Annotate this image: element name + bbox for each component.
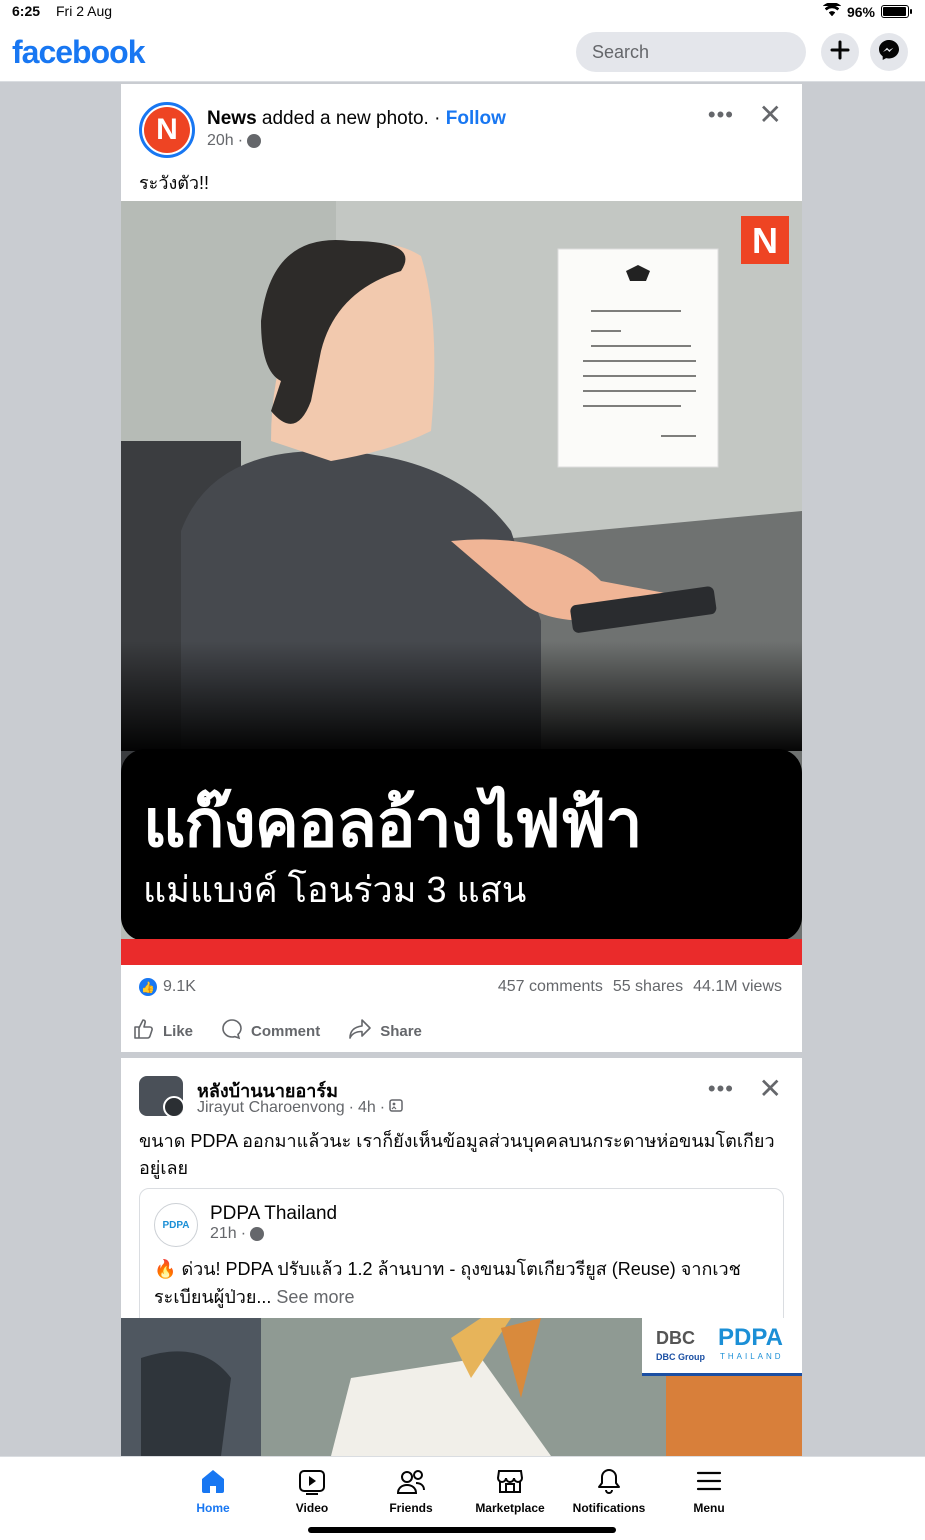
post-action: added a new photo. (261, 108, 429, 129)
pdpa-logo-text: PDPA (718, 1324, 783, 1351)
tab-menu[interactable]: Menu (659, 1465, 759, 1515)
shared-photo[interactable]: DBC DBC Group PDPA THAILAND (121, 1318, 802, 1456)
shared-text: 🔥 ด่วน! PDPA ปรับแล้ว 1.2 ล้านบาท - ถุงข… (154, 1255, 774, 1311)
messenger-button[interactable] (870, 33, 908, 71)
tab-video-label: Video (295, 1501, 329, 1515)
wifi-icon (822, 2, 842, 20)
status-bar: 6:25 Fri 2 Aug 96% (0, 0, 925, 26)
feed-post: หลังบ้านนายอาร์ม Jirayut Charoenvong · 4h… (121, 1058, 802, 1456)
post-actions: Like Comment Share (133, 1018, 422, 1044)
page-name[interactable]: News (207, 108, 257, 129)
shares-count[interactable]: 55 shares (613, 978, 683, 996)
post-caption: ระวังตัว!! (139, 173, 210, 193)
pdpa-thailand-logo: DBC DBC Group PDPA THAILAND (642, 1318, 802, 1376)
status-date: Fri 2 Aug (56, 3, 113, 19)
home-icon (163, 1465, 263, 1497)
app-header: facebook Search (0, 26, 925, 82)
shared-time[interactable]: 21h (210, 1225, 237, 1243)
fire-icon: 🔥 (154, 1259, 177, 1279)
svg-text:N: N (752, 220, 778, 261)
tab-home-label: Home (196, 1501, 230, 1515)
photo-subline: แม่แบงค์ โอนร่วม 3 แสน (143, 869, 527, 910)
close-icon[interactable]: ✕ (759, 1072, 782, 1105)
close-icon[interactable]: ✕ (759, 98, 782, 131)
tab-friends-label: Friends (389, 1501, 433, 1515)
comment-button[interactable]: Comment (221, 1018, 320, 1044)
thumbs-up-icon (133, 1018, 155, 1044)
messenger-icon (877, 38, 901, 67)
share-button[interactable]: Share (348, 1018, 422, 1044)
tab-notifications-label: Notifications (572, 1501, 646, 1515)
views-count: 44.1M views (693, 978, 782, 995)
tab-notifications[interactable]: Notifications (559, 1465, 659, 1515)
video-icon (262, 1465, 362, 1497)
author-avatar[interactable] (163, 1096, 183, 1116)
tab-marketplace[interactable]: Marketplace (460, 1465, 560, 1515)
author-name[interactable]: Jirayut Charoenvong (197, 1099, 345, 1117)
search-input[interactable]: Search (576, 32, 806, 72)
page-avatar[interactable]: N (139, 102, 195, 158)
globe-icon (247, 134, 262, 148)
home-indicator (308, 1527, 616, 1533)
news-logo-icon: N (144, 107, 190, 153)
post-time[interactable]: 20h (207, 132, 234, 150)
more-options-button[interactable]: ••• (708, 102, 734, 128)
post-photo[interactable]: N แก๊งคอลอ้างไฟฟ้า แม่แบงค์ โอนร่วม 3 แส… (121, 201, 802, 965)
post-time[interactable]: 4h (358, 1099, 376, 1117)
friends-icon (361, 1465, 461, 1497)
tab-video[interactable]: Video (262, 1465, 362, 1515)
group-avatar[interactable] (139, 1076, 183, 1116)
bottom-tab-bar: Home Video Friends Marketplace Notificat… (0, 1456, 925, 1540)
battery-percent: 96% (846, 3, 875, 20)
marketplace-icon (460, 1465, 560, 1497)
create-button[interactable] (821, 33, 859, 71)
plus-icon (830, 40, 850, 65)
dbc-group-text: DBC Group (656, 1352, 705, 1362)
follow-button[interactable]: Follow (446, 108, 506, 129)
like-button[interactable]: Like (133, 1018, 193, 1044)
thailand-logo-text: THAILAND (720, 1352, 784, 1361)
globe-icon (250, 1227, 265, 1241)
like-label: Like (163, 1022, 194, 1040)
tab-friends[interactable]: Friends (361, 1465, 461, 1515)
post-meta: 20h · (207, 132, 262, 150)
likes-count: 9.1K (163, 978, 196, 995)
facebook-logo[interactable]: facebook (12, 34, 145, 71)
dbc-logo-text: DBC (656, 1328, 695, 1348)
status-time: 6:25 (12, 3, 41, 19)
post-header: News added a new photo. · Follow (207, 108, 506, 129)
share-icon (348, 1018, 372, 1044)
status-right: 96% (822, 2, 912, 20)
engagement-stats: 457 comments 55 shares 44.1M views (498, 978, 782, 996)
more-options-button[interactable]: ••• (708, 1076, 734, 1102)
pdpa-avatar[interactable]: PDPA (154, 1203, 198, 1247)
reaction-count[interactable]: 👍 9.1K (139, 978, 196, 996)
comment-icon (221, 1018, 243, 1044)
post-meta: Jirayut Charoenvong · 4h · (197, 1098, 403, 1117)
post-stats: 👍 9.1K 457 comments 55 shares 44.1M view… (121, 970, 802, 1006)
menu-icon (659, 1465, 759, 1497)
shared-meta: 21h · (210, 1225, 265, 1243)
tab-home[interactable]: Home (163, 1465, 263, 1515)
see-more-link[interactable]: See more (276, 1287, 354, 1307)
tab-menu-label: Menu (693, 1501, 725, 1515)
share-label: Share (380, 1022, 422, 1040)
like-reaction-icon: 👍 (139, 978, 157, 996)
post-text: ขนาด PDPA ออกมาแล้วนะ เราก็ยังเห็นข้อมูล… (139, 1131, 775, 1178)
shared-text-body: ด่วน! PDPA ปรับแล้ว 1.2 ล้านบาท - ถุงขนม… (154, 1259, 741, 1307)
feed-post: N News added a new photo. · Follow 20h · … (121, 84, 802, 1052)
battery-icon (881, 5, 912, 18)
comment-label: Comment (251, 1022, 321, 1040)
group-privacy-icon (389, 1098, 403, 1117)
comments-count[interactable]: 457 comments (498, 978, 603, 996)
shared-page-name[interactable]: PDPA Thailand (210, 1203, 337, 1225)
tab-marketplace-label: Marketplace (475, 1501, 545, 1515)
bell-icon (559, 1465, 659, 1497)
